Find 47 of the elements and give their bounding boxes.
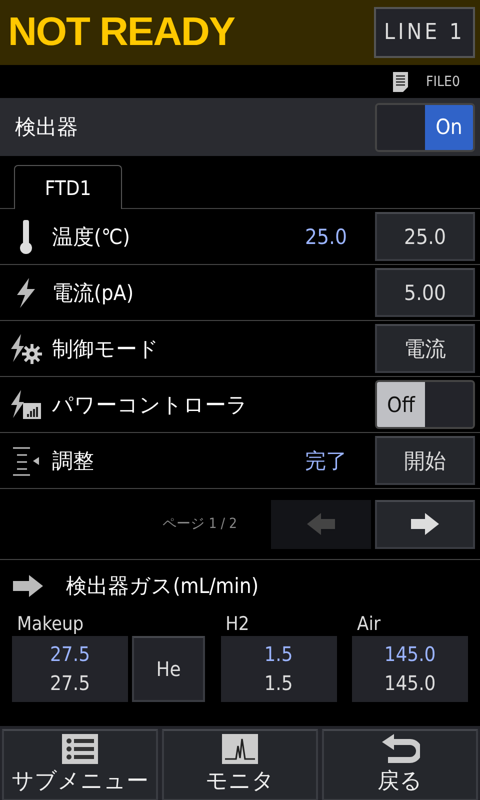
setting-label: 制御モード xyxy=(52,336,160,362)
status-title: NOT READY xyxy=(8,10,235,55)
gas-label: Air xyxy=(356,612,382,636)
flow-box[interactable]: 145.0 145.0 xyxy=(352,636,468,702)
next-page-button[interactable] xyxy=(375,500,475,548)
line-button[interactable]: LINE 1 xyxy=(374,7,475,58)
thermometer-icon xyxy=(19,220,33,254)
start-button[interactable]: 開始 xyxy=(375,436,475,485)
nav-button[interactable]: 戻る xyxy=(322,729,478,800)
lightning-gear-icon xyxy=(10,334,42,364)
actual-flow: 1.5 xyxy=(264,641,293,668)
detector-label: 検出器 xyxy=(15,114,78,141)
setting-label: 電流(pA) xyxy=(52,280,135,306)
file-name: FILE0 xyxy=(426,74,460,90)
return-arrow-icon xyxy=(380,734,420,764)
status-text: 完了 xyxy=(305,448,347,474)
toggle-switch[interactable]: Off xyxy=(375,380,475,429)
set-flow: 145.0 xyxy=(384,670,436,697)
gas-label: Makeup xyxy=(16,612,85,636)
setpoint-button[interactable]: 25.0 xyxy=(375,212,475,261)
set-flow: 1.5 xyxy=(264,670,293,697)
list-icon xyxy=(62,734,98,764)
flow-box[interactable]: 27.5 27.5 xyxy=(12,636,128,702)
chromatogram-icon xyxy=(222,734,258,764)
gas-type-button[interactable]: He xyxy=(132,636,205,702)
right-arrow-icon xyxy=(12,575,44,597)
mode-button[interactable]: 電流 xyxy=(375,324,475,373)
setpoint-button[interactable]: 5.00 xyxy=(375,268,475,317)
actual-value: 25.0 xyxy=(304,224,347,248)
setting-label: パワーコントローラ xyxy=(52,392,249,418)
set-flow: 27.5 xyxy=(50,670,90,697)
actual-flow: 27.5 xyxy=(50,641,90,668)
lightning-icon xyxy=(15,278,37,308)
section-title: 検出器ガス(mL/min) xyxy=(66,573,259,600)
setting-label: 温度(℃) xyxy=(52,224,131,250)
flow-box[interactable]: 1.5 1.5 xyxy=(220,636,336,702)
lightning-meter-icon xyxy=(10,390,42,420)
nav-button[interactable]: モニタ xyxy=(162,729,318,800)
align-icon xyxy=(12,446,40,476)
setting-label: 調整 xyxy=(52,448,95,474)
toggle-switch[interactable]: On xyxy=(375,102,475,152)
detector-tab[interactable]: FTD1 xyxy=(14,165,122,209)
document-icon xyxy=(393,72,408,92)
actual-flow: 145.0 xyxy=(384,641,436,668)
page-indicator: ページ 1 / 2 xyxy=(162,515,237,533)
nav-button[interactable]: サブメニュー xyxy=(2,729,158,800)
gas-label: H2 xyxy=(224,612,250,636)
